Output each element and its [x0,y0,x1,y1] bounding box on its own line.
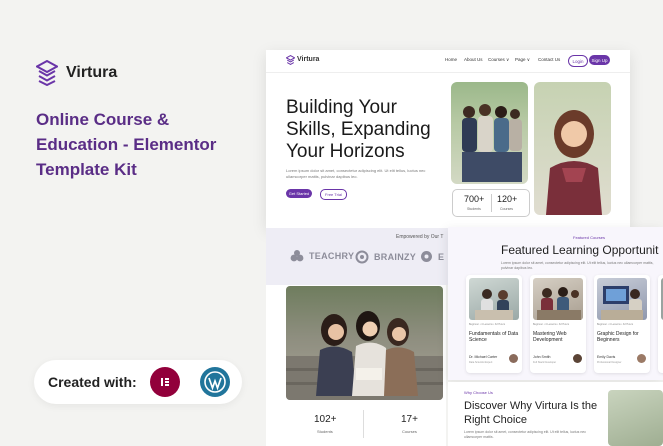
teachry-label: TEACHRY [309,251,355,261]
brand: Virtura [36,60,117,86]
course-image [597,278,647,320]
course-author-role: Full Stack Developer [533,361,557,364]
featured-eyebrow: Featured Courses [573,235,606,240]
brainzy-label: BRAINZY [374,252,417,262]
why-text: Lorem ipsum dolor sit amet, consectetur … [464,430,586,439]
course-author: Emily Davis [597,355,616,359]
partner-teachry: TEACHRY [290,250,354,262]
site-logo-text: Virtura [297,56,320,63]
course-author: John Smith [533,355,551,359]
about-stat-courses-label: Courses [402,429,417,434]
stat-courses-label: Courses [500,207,514,211]
featured-courses-panel: Featured Courses Featured Learning Oppor… [448,227,663,380]
featured-title: Featured Learning Opportunit [501,243,659,257]
site-navbar: Virtura Home About Us Courses ∨ Page ∨ C… [266,50,630,73]
teachry-logo-icon [290,250,304,262]
course-title: Graphic Design for Beginners [597,331,639,343]
why-choose-section: Why Choose Us Discover Why Virtura Is th… [448,382,663,446]
elementor-icon [150,367,180,397]
kit-title: Online Course & Education - Elementor Te… [36,110,217,179]
get-started-button[interactable]: Get Started [286,189,312,198]
site-preview-about: 102+ Students 17+ Courses [266,285,446,446]
course-card[interactable]: Beginner • 4 Lessons • 32 Hours Masterin… [530,275,586,373]
course-author-role: Data Scientist Expert [469,361,493,364]
third-partner-logo-icon [421,251,432,262]
created-with-badge: Created with: [34,360,242,404]
nav-about[interactable]: About Us [464,57,483,62]
virtura-logo-icon [36,60,58,86]
brainzy-logo-icon [355,250,369,264]
why-eyebrow: Why Choose Us [464,390,493,395]
hero-title: Building Your Skills, Expanding Your Hor… [286,97,431,162]
course-card[interactable]: Beginner • 4 Lessons • 32 Hours Fundamen… [466,275,522,373]
course-image [533,278,583,320]
nav-courses[interactable]: Courses ∨ [488,57,509,63]
course-meta: Beginner • 4 Lessons • 32 Hours [597,323,634,326]
course-author: Dr. Michael Carter [469,355,498,359]
why-photo [608,390,663,446]
created-with-label: Created with: [48,374,137,390]
nav-page[interactable]: Page ∨ [515,57,530,63]
signup-button[interactable]: Sign Up [589,55,610,65]
partner-brainzy: BRAINZY [355,250,416,264]
author-avatar [573,354,582,363]
site-logo-icon [286,55,295,65]
course-title: Fundamentals of Data Science [469,331,519,343]
author-avatar [509,354,518,363]
students-group-photo [451,82,528,184]
partners-heading: Empowered by Our T [396,234,444,240]
course-title: Mastering Web Development [533,331,567,343]
nav-contact[interactable]: Contact Us [538,57,560,62]
student-smiling-photo [534,82,611,215]
course-card-partial[interactable] [658,275,663,373]
stat-students-label: Students [467,207,481,211]
free-trial-button[interactable]: Free Trial [320,189,347,200]
about-stat-divider [363,410,364,438]
brand-name: Virtura [66,64,118,81]
stat-divider [491,194,492,212]
stat-students-number: 700+ [464,194,485,204]
third-partner-label: E [438,251,445,262]
featured-text: Lorem ipsum dolor sit amet, consectetur … [501,261,654,270]
course-meta: Beginner • 4 Lessons • 32 Hours [469,323,506,326]
author-avatar [637,354,646,363]
nav-home[interactable]: Home [445,57,457,62]
wordpress-icon [200,367,230,397]
course-card[interactable]: Beginner • 4 Lessons • 32 Hours Graphic … [594,275,650,373]
hero-text: Lorem ipsum dolor sit amet, consectetur … [286,168,426,179]
course-meta: Beginner • 4 Lessons • 32 Hours [533,323,570,326]
about-stat-students-number: 102+ [314,414,337,425]
about-stat-courses-number: 17+ [401,414,418,425]
site-preview-hero: Virtura Home About Us Courses ∨ Page ∨ C… [266,50,630,228]
course-author-role: Professional Designer [597,361,622,364]
partner-third: E [420,250,444,263]
stat-courses-number: 120+ [497,194,518,204]
hero-stats-box: 700+ Students 120+ Courses [452,189,530,217]
about-stat-students-label: Students [317,429,333,434]
login-button[interactable]: Login [568,55,588,67]
students-reading-photo [286,286,443,400]
course-image [469,278,519,320]
why-title: Discover Why Virtura Is the Right Choice [464,400,598,426]
